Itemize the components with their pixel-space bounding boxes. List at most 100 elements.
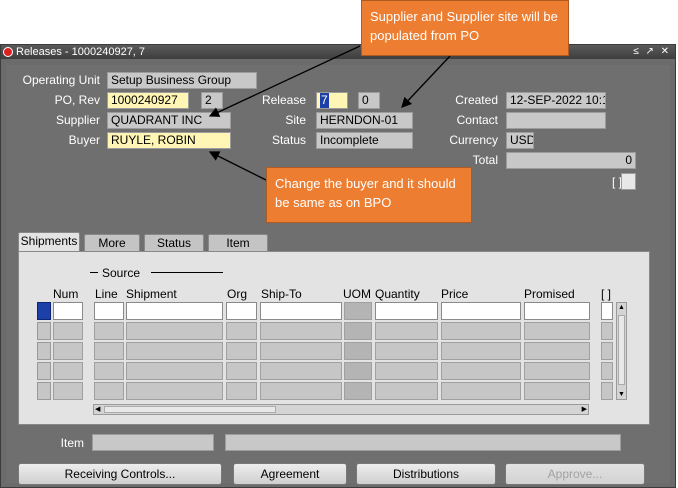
grid-cell-num[interactable] [53,302,83,320]
grid-cell-ship-to[interactable] [260,322,342,340]
grid-cell-line[interactable] [94,382,124,400]
title-bar[interactable]: Releases - 1000240927, 7 ≤ ↗ ✕ [1,45,675,59]
row-selector[interactable] [37,342,51,360]
grid-cell-ship-to[interactable] [260,362,342,380]
operating-unit-label: Operating Unit [22,73,100,87]
grid-cell-price[interactable] [441,322,521,340]
col-folder[interactable]: [ ] [601,287,611,301]
status-field[interactable]: Incomplete [316,132,413,149]
grid-cell-shipment[interactable] [126,342,223,360]
total-field[interactable]: 0 [506,152,636,169]
grid-cell-folder[interactable] [601,382,613,400]
grid-cell-shipment[interactable] [126,322,223,340]
grid-cell-promised[interactable] [524,362,590,380]
tab-more[interactable]: More [84,234,140,252]
grid-cell-shipment[interactable] [126,362,223,380]
grid-cell-quantity[interactable] [375,362,438,380]
buyer-field[interactable]: RUYLE, ROBIN [107,132,231,149]
grid-cell-price[interactable] [441,302,521,320]
grid-cell-org[interactable] [226,342,257,360]
grid-cell-uom[interactable] [344,362,372,380]
operating-unit-field[interactable]: Setup Business Group [107,72,257,89]
row-selector[interactable] [37,322,51,340]
horizontal-scroll-thumb[interactable] [104,406,276,413]
row-selector[interactable] [37,382,51,400]
grid-cell-org[interactable] [226,322,257,340]
receiving-controls-button[interactable]: Receiving Controls... [18,463,222,485]
shipments-panel: Source Num Line Shipment Org Ship-To UOM… [18,251,650,425]
po-number-field[interactable]: 1000240927 [107,92,189,109]
grid-cell-folder[interactable] [601,362,613,380]
grid-cell-folder[interactable] [601,302,613,320]
tab-status[interactable]: Status [144,234,204,252]
grid-cell-ship-to[interactable] [260,342,342,360]
tab-item[interactable]: Item [208,234,268,252]
grid-cell-quantity[interactable] [375,382,438,400]
grid-cell-num[interactable] [53,382,83,400]
grid-cell-org[interactable] [226,302,257,320]
horizontal-scrollbar[interactable]: ◀ ▶ [93,404,589,415]
created-field[interactable]: 12-SEP-2022 10:16 [506,92,606,109]
grid-cell-price[interactable] [441,342,521,360]
col-line: Line [95,287,118,301]
col-uom: UOM [343,287,371,301]
scroll-up-icon[interactable]: ▲ [618,304,625,311]
grid-cell-line[interactable] [94,362,124,380]
supplier-field[interactable]: QUADRANT INC [107,112,231,129]
release-revision-field[interactable]: 0 [358,92,380,109]
scroll-thumb[interactable] [618,315,625,385]
grid-cell-shipment[interactable] [126,302,223,320]
grid-cell-num[interactable] [53,362,83,380]
grid-cell-org[interactable] [226,382,257,400]
grid-cell-line[interactable] [94,302,124,320]
grid-cell-uom[interactable] [344,342,372,360]
grid-cell-quantity[interactable] [375,302,438,320]
grid-cell-folder[interactable] [601,322,613,340]
contact-field[interactable] [506,112,606,129]
grid-cell-promised[interactable] [524,382,590,400]
grid-cell-quantity[interactable] [375,342,438,360]
release-number-value: 7 [320,93,329,108]
grid-cell-price[interactable] [441,362,521,380]
grid-cell-num[interactable] [53,322,83,340]
grid-cell-price[interactable] [441,382,521,400]
grid-cell-promised[interactable] [524,342,590,360]
source-group-line-left [90,272,98,273]
buyer-callout: Change the buyer and it should be same a… [266,167,472,223]
grid-cell-num[interactable] [53,342,83,360]
window-controls-icon[interactable]: ≤ ↗ ✕ [633,45,671,59]
grid-cell-quantity[interactable] [375,322,438,340]
descriptive-flexfield[interactable] [621,173,636,190]
vertical-scrollbar[interactable]: ▲ ▼ [616,302,627,400]
scroll-right-icon[interactable]: ▶ [582,405,587,414]
row-selector[interactable] [37,302,51,320]
row-selector[interactable] [37,362,51,380]
grid-cell-uom[interactable] [344,322,372,340]
item-field[interactable] [92,434,214,451]
currency-field[interactable]: USD [506,132,534,149]
site-field[interactable]: HERNDON-01 [316,112,413,129]
agreement-button[interactable]: Agreement [233,463,347,485]
grid-cell-ship-to[interactable] [260,302,342,320]
scroll-left-icon[interactable]: ◀ [95,405,100,414]
grid-cell-promised[interactable] [524,302,590,320]
grid-cell-uom[interactable] [344,382,372,400]
grid-cell-line[interactable] [94,342,124,360]
approve-button[interactable]: Approve... [505,463,645,485]
grid-cell-shipment[interactable] [126,382,223,400]
grid-cell-line[interactable] [94,322,124,340]
distributions-button[interactable]: Distributions [356,463,496,485]
tab-shipments[interactable]: Shipments [18,232,80,252]
grid-cell-uom[interactable] [344,302,372,320]
grid-cell-org[interactable] [226,362,257,380]
grid-cell-promised[interactable] [524,322,590,340]
release-label: Release [261,93,306,107]
grid-cell-ship-to[interactable] [260,382,342,400]
item-description-field[interactable] [225,434,621,451]
release-number-field[interactable]: 7 [316,92,348,109]
scroll-down-icon[interactable]: ▼ [618,391,625,398]
grid-cell-folder[interactable] [601,342,613,360]
form-area: Operating Unit Setup Business Group PO, … [6,65,670,485]
revision-field[interactable]: 2 [201,92,223,109]
col-quantity: Quantity [375,287,420,301]
